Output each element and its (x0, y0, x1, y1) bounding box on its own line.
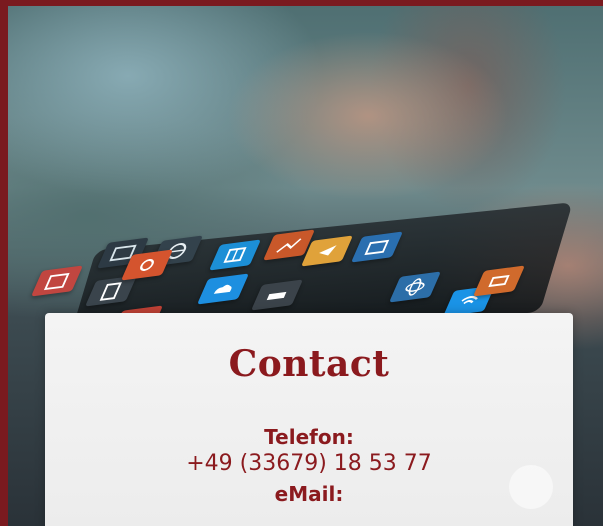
phone-value: +49 (33679) 18 53 77 (45, 451, 573, 476)
phone-link[interactable]: +49 (33679) 18 53 77 (186, 451, 432, 476)
contact-title: Contact (228, 343, 390, 385)
scroll-to-top-button[interactable] (509, 465, 553, 509)
calendar-icon (31, 265, 83, 297)
page-frame: Contact Telefon: +49 (33679) 18 53 77 eM… (0, 0, 603, 526)
phone-label: Telefon: (264, 425, 354, 449)
email-label: eMail: (274, 482, 344, 506)
contact-card: Contact Telefon: +49 (33679) 18 53 77 eM… (45, 313, 573, 526)
